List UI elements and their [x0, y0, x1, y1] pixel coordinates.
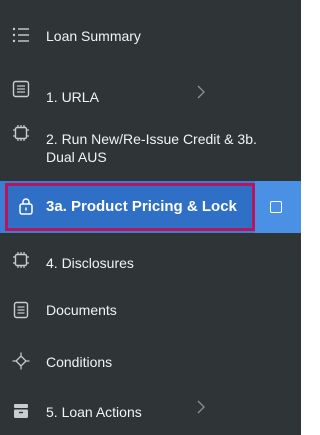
chevron-right-icon[interactable] — [196, 399, 206, 415]
chip-icon — [12, 251, 30, 269]
sidebar-item-documents[interactable]: Documents — [0, 295, 301, 331]
sidebar-item-product-pricing[interactable]: 3a. Product Pricing & Lock — [0, 181, 301, 233]
list-icon — [12, 26, 30, 44]
lock-icon — [17, 198, 35, 216]
sidebar-item-label: 3a. Product Pricing & Lock — [46, 198, 237, 215]
document-icon — [12, 301, 30, 319]
sidebar-item-label: 5. Loan Actions — [46, 404, 142, 420]
conditions-icon — [12, 352, 30, 370]
sidebar-nav: Loan Summary 1. URLA 2. Run New/Re-Issue… — [0, 0, 301, 435]
drawer-icon — [12, 402, 30, 420]
form-icon — [12, 80, 30, 98]
sidebar-item-urla[interactable]: 1. URLA — [0, 70, 301, 106]
sidebar-item-loan-summary[interactable]: Loan Summary — [0, 18, 301, 52]
sidebar-item-label: 1. URLA — [46, 89, 99, 105]
chip-icon — [12, 124, 30, 142]
sidebar-item-disclosures[interactable]: 4. Disclosures — [0, 241, 301, 277]
sidebar-item-label: Conditions — [46, 354, 113, 370]
sidebar-item-label: 2. Run New/Re-Issue Credit & 3b. Dual AU… — [46, 131, 257, 165]
sidebar-item-conditions[interactable]: Conditions — [0, 347, 301, 383]
sidebar-item-label: Loan Summary — [46, 28, 141, 44]
lock-small-icon — [270, 201, 282, 213]
sidebar-item-loan-actions[interactable]: 5. Loan Actions — [0, 397, 301, 433]
sidebar-item-run-credit[interactable]: 2. Run New/Re-Issue Credit & 3b. Dual AU… — [0, 110, 301, 172]
sidebar-item-label: Documents — [46, 302, 117, 318]
sidebar-item-label: 4. Disclosures — [46, 255, 134, 271]
chevron-right-icon[interactable] — [196, 84, 206, 100]
